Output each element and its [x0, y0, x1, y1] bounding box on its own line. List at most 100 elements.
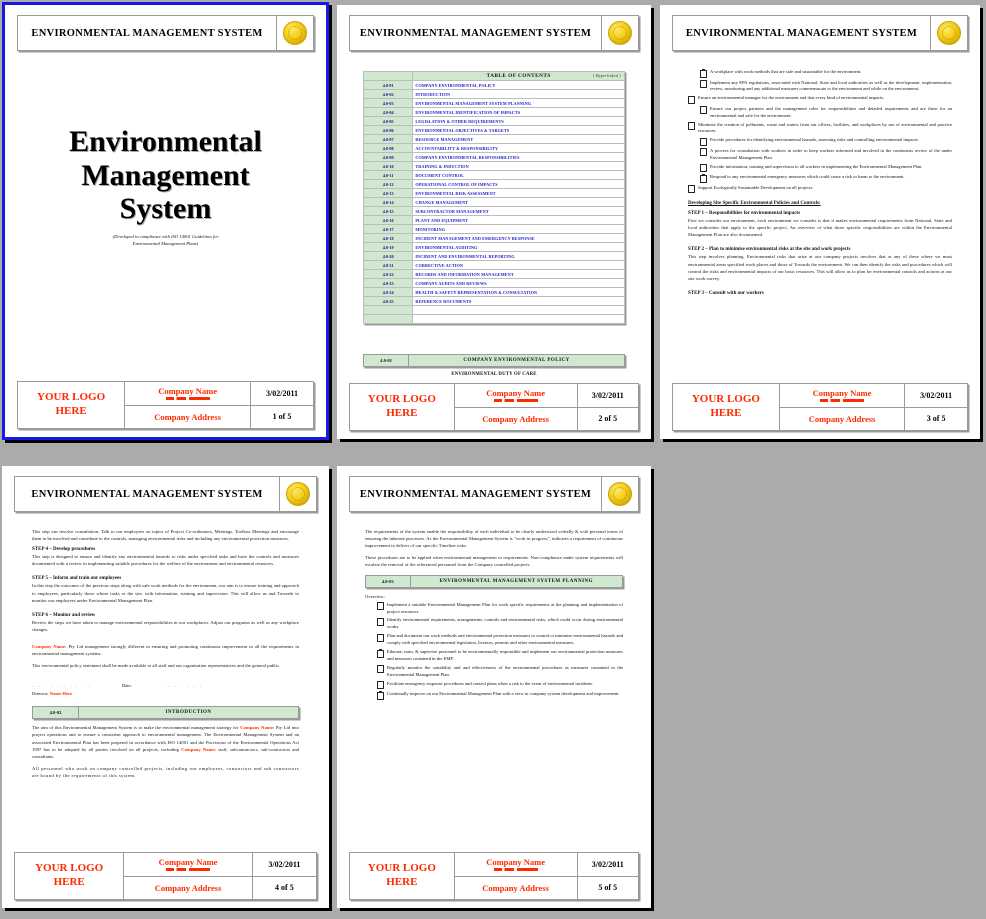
toc-row[interactable]: 4.0-22 RECORDS AND INFORMATION MANAGEMENT — [362, 269, 625, 279]
footer-date: 3/02/2011 — [591, 390, 624, 400]
step-block: STEP 2 – Plan to minimise environmental … — [688, 247, 952, 281]
toc-row-number: 4.0-12 — [362, 179, 414, 189]
bullet-item: Provide procedures for identifying envir… — [700, 137, 952, 146]
toc-row-title[interactable]: ENVIRONMENTAL OBJECTIVES & TARGETS — [412, 125, 625, 135]
toc-row[interactable]: 4.0-24 HEALTH & SAFETY REPRESENTATION & C… — [362, 287, 625, 297]
toc-row-number: 4.0-08 — [362, 143, 414, 153]
toc-row-title[interactable]: ENVIRONMENTAL RISK ASSESSMENT — [412, 188, 625, 198]
toc-row-title[interactable]: OPERATIONAL CONTROL OF IMPACTS — [412, 179, 625, 189]
toc-row-title[interactable]: COMPANY ENVIRONMENTAL POLICY — [412, 80, 625, 90]
toc-row-title[interactable]: INCIDENT AND ENVIRONMENTAL REPORTING — [412, 251, 625, 261]
toc-row[interactable]: 4.0-12 OPERATIONAL CONTROL OF IMPACTS — [362, 179, 625, 189]
toc-row-title[interactable]: INTRODUCTION — [412, 89, 625, 99]
toc-row[interactable]: 4.0-19 ENVIRONMENTAL AUDITING — [362, 242, 625, 252]
document-footer: YOUR LOGO HERE Company Name 3/02/2011 Co… — [17, 381, 314, 429]
bullet-text: Educate, train, & supervise personnel to… — [387, 649, 623, 661]
overview-label: Overview: — [365, 593, 385, 599]
bullet-text: Ensure an environmental manager for the … — [698, 95, 885, 101]
toc-row[interactable]: 4.0-23 COMPANY AUDITS AND REVIEWS — [362, 278, 625, 288]
toc-row[interactable]: 4.0-17 MONITORING — [362, 224, 625, 234]
toc-row-title[interactable]: REFERENCE DOCUMENTS — [412, 296, 625, 306]
toc-row[interactable]: 4.0-16 PLANT AND EQUIPMENT — [362, 215, 625, 225]
page-thumbnail-5[interactable]: ENVIRONMENTAL MANAGEMENT SYSTEM The requ… — [337, 466, 651, 908]
toc-row-number: 4.0-17 — [362, 224, 414, 234]
toc-row-title[interactable]: RESOURCE MANAGEMENT — [412, 134, 625, 144]
toc-row[interactable]: 4.0-18 INCIDENT MANAGEMENT AND EMERGENCY … — [362, 233, 625, 243]
step-block: STEP 6 – Monitor and review Review the st… — [32, 613, 299, 633]
header-title: ENVIRONMENTAL MANAGEMENT SYSTEM — [18, 16, 277, 50]
toc-row[interactable]: 4.0-10 TRAINING & INDUCTION — [362, 161, 625, 171]
toc-row-title[interactable]: CORRECTIVE ACTION — [412, 260, 625, 270]
toc-row-title[interactable]: MONITORING — [412, 224, 625, 234]
thumbnail-canvas: ENVIRONMENTAL MANAGEMENT SYSTEM Environm… — [0, 0, 986, 919]
policy-subheading: ENVIRONMENTAL DUTY OF CARE — [451, 372, 537, 377]
toc-row-title[interactable]: ENVIRONMENTAL IDENTIFICATION OF IMPACTS — [412, 107, 625, 117]
toc-row[interactable]: 4.0-03 ENVIRONMENTAL MANAGEMENT SYSTEM PL… — [362, 98, 625, 108]
toc-row[interactable]: 4.0-15 SUBCONTRACTOR MANAGEMENT — [362, 206, 625, 216]
toc-row[interactable]: 4.0-02 INTRODUCTION — [362, 89, 625, 99]
toc-row-number: 4.0-03 — [362, 98, 414, 108]
toc-row[interactable]: 4.0-01 COMPANY ENVIRONMENTAL POLICY — [362, 80, 625, 90]
step-body: This step involves planning. Environment… — [688, 254, 952, 281]
toc-row[interactable]: 4.0-11 DOCUMENT CONTROL — [362, 170, 625, 180]
company-logo-bars-icon — [165, 397, 210, 401]
toc-row-title[interactable]: LEGISLATION & OTHER REQUIREMENTS — [412, 116, 625, 126]
page-thumbnail-1[interactable]: ENVIRONMENTAL MANAGEMENT SYSTEM Environm… — [2, 2, 329, 440]
logo-line-2: HERE — [55, 405, 87, 417]
toc-row-title[interactable]: TRAINING & INDUCTION — [412, 161, 625, 171]
toc-header-title: TABLE OF CONTENTS ( Hyperlinked ) — [412, 71, 625, 81]
toc-row-title[interactable]: ENVIRONMENTAL AUDITING — [412, 242, 625, 252]
toc-row-title[interactable]: COMPANY AUDITS AND REVIEWS — [412, 278, 625, 288]
bullet-text: Implement a suitable Environmental Manag… — [387, 601, 623, 614]
footer-date: 3/02/2011 — [268, 859, 301, 869]
toc-row[interactable]: 4.0-05 LEGISLATION & OTHER REQUIREMENTS — [362, 116, 625, 126]
toc-row-title — [412, 305, 625, 315]
page-thumbnail-2[interactable]: ENVIRONMENTAL MANAGEMENT SYSTEM TABLE OF… — [337, 5, 651, 439]
toc-row[interactable]: 4.0-14 CHANGE MANAGEMENT — [362, 197, 625, 207]
toc-row-title[interactable]: HEALTH & SAFETY REPRESENTATION & CONSULT… — [412, 287, 625, 297]
footer-company-address: Company Address — [455, 876, 578, 899]
toc-row-title[interactable]: INCIDENT MANAGEMENT AND EMERGENCY RESPON… — [412, 233, 625, 243]
toc-row-title[interactable]: CHANGE MANAGEMENT — [412, 197, 625, 207]
clipboard-check-icon — [700, 79, 707, 88]
logo-placeholder: YOUR LOGO HERE — [673, 384, 780, 430]
footer-page-number: 1 of 5 — [272, 412, 292, 422]
toc-row[interactable]: 4.0-06 ENVIRONMENTAL OBJECTIVES & TARGETS — [362, 125, 625, 135]
company-logo-bars-icon — [493, 868, 538, 872]
signature-owner: Director: Name Here — [32, 691, 72, 697]
clipboard-check-icon — [688, 121, 695, 131]
page-thumbnail-3[interactable]: ENVIRONMENTAL MANAGEMENT SYSTEM A workpl… — [660, 5, 980, 439]
toc-row[interactable]: 4.0-08 ACCOUNTABILITY & RESPONSIBILITY — [362, 143, 625, 153]
toc-row[interactable]: 4.0-09 COMPANY ENVIRONMENTAL RESPONSIBILI… — [362, 152, 625, 162]
page-4-body: This step can involve consultation. Talk… — [14, 512, 317, 848]
toc-row-title[interactable]: PLANT AND EQUIPMENT — [412, 215, 625, 225]
page-thumbnail-4[interactable]: ENVIRONMENTAL MANAGEMENT SYSTEM This ste… — [2, 466, 329, 908]
toc-row-number: 4.0-24 — [362, 287, 414, 297]
toc-row-number: 4.0-23 — [362, 278, 414, 288]
toc-row[interactable]: 4.0-20 INCIDENT AND ENVIRONMENTAL REPORTI… — [362, 251, 625, 261]
toc-row-title[interactable]: SUBCONTRACTOR MANAGEMENT — [412, 206, 625, 216]
bullet-item: Provide information, training and superv… — [700, 164, 952, 173]
toc-row-title[interactable]: COMPANY ENVIRONMENTAL RESPONSIBILITIES — [412, 152, 625, 162]
toc-row-title[interactable]: ENVIRONMENTAL MANAGEMENT SYSTEM PLANNING — [412, 98, 625, 108]
toc-row[interactable]: 4.0-13 ENVIRONMENTAL RISK ASSESSMENT — [362, 188, 625, 198]
toc-row-blank — [362, 305, 625, 315]
bullet-item: Respond to any environmental emergency m… — [700, 174, 952, 183]
gold-seal-icon — [280, 477, 316, 511]
toc-row[interactable]: 4.0-25 REFERENCE DOCUMENTS — [362, 296, 625, 306]
toc-row-number — [362, 305, 414, 315]
toc-row[interactable]: 4.0-21 CORRECTIVE ACTION — [362, 260, 625, 270]
toc-row-title[interactable]: ACCOUNTABILITY & RESPONSIBILITY — [412, 143, 625, 153]
toc-row[interactable]: 4.0-04 ENVIRONMENTAL IDENTIFICATION OF IM… — [362, 107, 625, 117]
bullet-text: Regularly monitor the suitability and an… — [387, 664, 623, 677]
document-header: ENVIRONMENTAL MANAGEMENT SYSTEM — [672, 15, 968, 51]
toc-row-title[interactable]: RECORDS AND INFORMATION MANAGEMENT — [412, 269, 625, 279]
step-body: First we consider our environment, each … — [688, 218, 952, 238]
step-body: This step is designed to ensure and iden… — [32, 554, 299, 567]
bullet-item: Ensure an environmental manager for the … — [688, 95, 952, 104]
toc-row[interactable]: 4.0-07 RESOURCE MANAGEMENT — [362, 134, 625, 144]
toc-row-number: 4.0-11 — [362, 170, 414, 180]
clipboard-check-icon — [688, 184, 695, 194]
toc-row-title[interactable]: DOCUMENT CONTROL — [412, 170, 625, 180]
toc-row-number: 4.0-16 — [362, 215, 414, 225]
